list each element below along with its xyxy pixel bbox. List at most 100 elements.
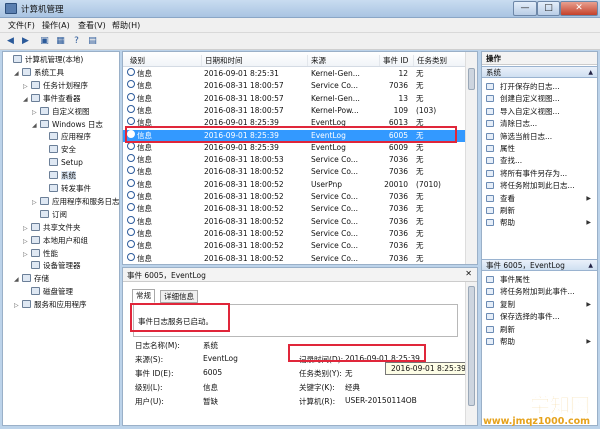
action-item[interactable]: 刷新: [482, 205, 597, 216]
chevron-up-icon[interactable]: ▲: [588, 67, 593, 79]
back-icon[interactable]: ◀: [4, 35, 17, 47]
action-item[interactable]: 打开保存的日志...: [482, 81, 597, 92]
properties-icon[interactable]: ▦: [54, 35, 67, 47]
event-row[interactable]: 信息 2016-08-31 18:00:57 Kernel-Gen... 13 无: [123, 92, 467, 105]
event-date: 2016-08-31 18:00:52: [204, 192, 284, 201]
action-item[interactable]: 刷新: [482, 324, 597, 335]
tree-item[interactable]: ▷ 共享文件夹: [23, 222, 81, 234]
actions-section-event[interactable]: 事件 6005，EventLog ▲: [482, 259, 597, 271]
action-item[interactable]: 将任务附加到此日志...: [482, 180, 597, 191]
event-row[interactable]: 信息 2016-08-31 18:00:52 UserPnp 20010 (7010): [123, 178, 467, 191]
action-item[interactable]: 查看 ▶: [482, 193, 597, 204]
action-item[interactable]: 属性: [482, 143, 597, 154]
show-action-pane-icon[interactable]: ▤: [86, 35, 99, 47]
tree-item[interactable]: ◢ 事件查看器: [23, 93, 81, 105]
expand-arrow-icon[interactable]: ▷: [32, 197, 40, 209]
close-button[interactable]: ✕: [560, 1, 598, 16]
event-row[interactable]: 信息 2016-08-31 18:00:52 Service Co... 7036 无: [123, 227, 467, 240]
list-scroll-thumb[interactable]: [468, 68, 475, 90]
tree-item[interactable]: 转发事件: [41, 183, 91, 195]
actions-section-system[interactable]: 系统 ▲: [482, 66, 597, 78]
tree-item[interactable]: ▷ 任务计划程序: [23, 80, 88, 92]
action-item[interactable]: 复制 ▶: [482, 299, 597, 310]
event-row[interactable]: 信息 2016-08-31 18:00:53 Service Co... 7036 无: [123, 154, 467, 166]
tree-item[interactable]: 系统: [41, 170, 76, 182]
expand-arrow-icon[interactable]: ◢: [32, 120, 40, 132]
tree-item[interactable]: ▷ 自定义视图: [32, 106, 90, 118]
action-item[interactable]: 筛选当前日志...: [482, 131, 597, 142]
action-item[interactable]: 创建自定义视图...: [482, 93, 597, 104]
expand-arrow-icon[interactable]: ▷: [14, 300, 22, 312]
action-item[interactable]: 事件属性: [482, 274, 597, 285]
event-row[interactable]: 信息 2016-08-31 18:00:57 Kernel-Pow... 109 (10…: [123, 104, 467, 117]
menu-view[interactable]: 查看(V): [78, 20, 106, 31]
minimize-button[interactable]: —: [513, 1, 537, 16]
action-label: 将任务附加到此日志...: [500, 181, 575, 191]
expand-arrow-icon[interactable]: ▷: [23, 81, 31, 93]
chevron-up-icon[interactable]: ▲: [588, 260, 593, 272]
action-item[interactable]: 查找...: [482, 155, 597, 166]
detail-close-icon[interactable]: ✕: [465, 269, 472, 278]
expand-arrow-icon[interactable]: ▷: [23, 236, 31, 248]
help-icon[interactable]: ?: [70, 35, 83, 47]
tree-item[interactable]: Setup: [41, 157, 83, 169]
column-source[interactable]: 来源: [307, 55, 326, 66]
expand-arrow-icon[interactable]: ◢: [14, 68, 22, 80]
event-row[interactable]: 信息 2016-09-01 8:25:31 Kernel-Gen... 12 无: [123, 68, 467, 80]
maximize-button[interactable]: □: [537, 1, 560, 16]
tab-general[interactable]: 常规: [132, 289, 155, 303]
info-icon: [127, 166, 135, 175]
tree-item[interactable]: ◢ 存储: [14, 273, 49, 285]
tree-item[interactable]: 订阅: [32, 209, 67, 221]
menu-file[interactable]: 文件(F): [8, 20, 35, 31]
column-task-category[interactable]: 任务类别: [413, 55, 447, 66]
tree-item[interactable]: 安全: [41, 144, 76, 156]
event-task: (103): [416, 105, 437, 115]
forward-icon[interactable]: ▶: [19, 35, 32, 47]
event-row[interactable]: 信息 2016-09-01 8:25:39 EventLog 6009 无: [123, 141, 467, 154]
action-item[interactable]: 将任务附加到此事件...: [482, 286, 597, 297]
tree-item[interactable]: ▷ 性能: [23, 248, 58, 260]
detail-scrollbar[interactable]: [465, 282, 477, 425]
tree-item[interactable]: ▷ 应用程序和服务日志: [32, 196, 119, 209]
tree-item[interactable]: 计算机管理(本地): [5, 54, 83, 66]
tree-item[interactable]: ◢ 系统工具: [14, 67, 64, 79]
detail-header: 事件 6005，EventLog ✕: [123, 268, 477, 282]
action-label: 将任务附加到此事件...: [500, 287, 575, 297]
tree-item[interactable]: ▷ 本地用户和组: [23, 235, 88, 247]
action-item[interactable]: 导入自定义视图...: [482, 106, 597, 117]
show-tree-icon[interactable]: ▣: [38, 35, 51, 47]
action-item[interactable]: 帮助 ▶: [482, 217, 597, 228]
event-row[interactable]: 信息 2016-08-31 18:00:52 Service Co... 7036 无: [123, 166, 467, 178]
event-row[interactable]: 信息 2016-08-31 18:00:52 Service Co... 7036 无: [123, 240, 467, 252]
event-row[interactable]: 信息 2016-08-31 18:00:52 Service Co... 7036 无: [123, 215, 467, 228]
tree-item[interactable]: 设备管理器: [23, 260, 81, 272]
action-item[interactable]: 帮助 ▶: [482, 336, 597, 347]
expand-arrow-icon[interactable]: ◢: [23, 94, 31, 106]
event-row[interactable]: 信息 2016-08-31 18:00:52 Service Co... 7036 无: [123, 252, 467, 265]
column-level[interactable]: 级别: [127, 55, 145, 66]
event-row[interactable]: 信息 2016-08-31 18:00:57 Service Co... 7036 无: [123, 80, 467, 92]
expand-arrow-icon[interactable]: ▷: [32, 107, 40, 119]
list-scrollbar[interactable]: [465, 52, 477, 264]
tree-item[interactable]: ▷ 服务和应用程序: [14, 299, 87, 311]
action-item[interactable]: 保存选择的事件...: [482, 311, 597, 322]
detail-scroll-thumb[interactable]: [468, 286, 475, 406]
event-row[interactable]: 信息 2016-08-31 18:00:52 Service Co... 7036 无: [123, 191, 467, 203]
action-item[interactable]: 将所有事件另存为...: [482, 168, 597, 179]
list-header: 级别 日期和时间 来源 事件 ID 任务类别: [123, 52, 467, 67]
expand-arrow-icon[interactable]: ▷: [23, 223, 31, 235]
action-item[interactable]: 清除日志...: [482, 118, 597, 129]
column-event-id[interactable]: 事件 ID: [379, 55, 408, 66]
event-task: 无: [416, 81, 424, 91]
expand-arrow-icon[interactable]: ▷: [23, 249, 31, 261]
event-row[interactable]: 信息 2016-08-31 18:00:52 Service Co... 7036 无: [123, 203, 467, 215]
menu-action[interactable]: 操作(A): [42, 20, 70, 31]
expand-arrow-icon[interactable]: ◢: [14, 274, 22, 286]
menu-help[interactable]: 帮助(H): [112, 20, 140, 31]
column-date[interactable]: 日期和时间: [201, 55, 243, 66]
tree-item[interactable]: ◢ Windows 日志: [32, 119, 103, 131]
tree-item[interactable]: 磁盘管理: [23, 286, 73, 298]
tab-details[interactable]: 详细信息: [160, 290, 198, 303]
tree-item[interactable]: 应用程序: [41, 131, 91, 143]
